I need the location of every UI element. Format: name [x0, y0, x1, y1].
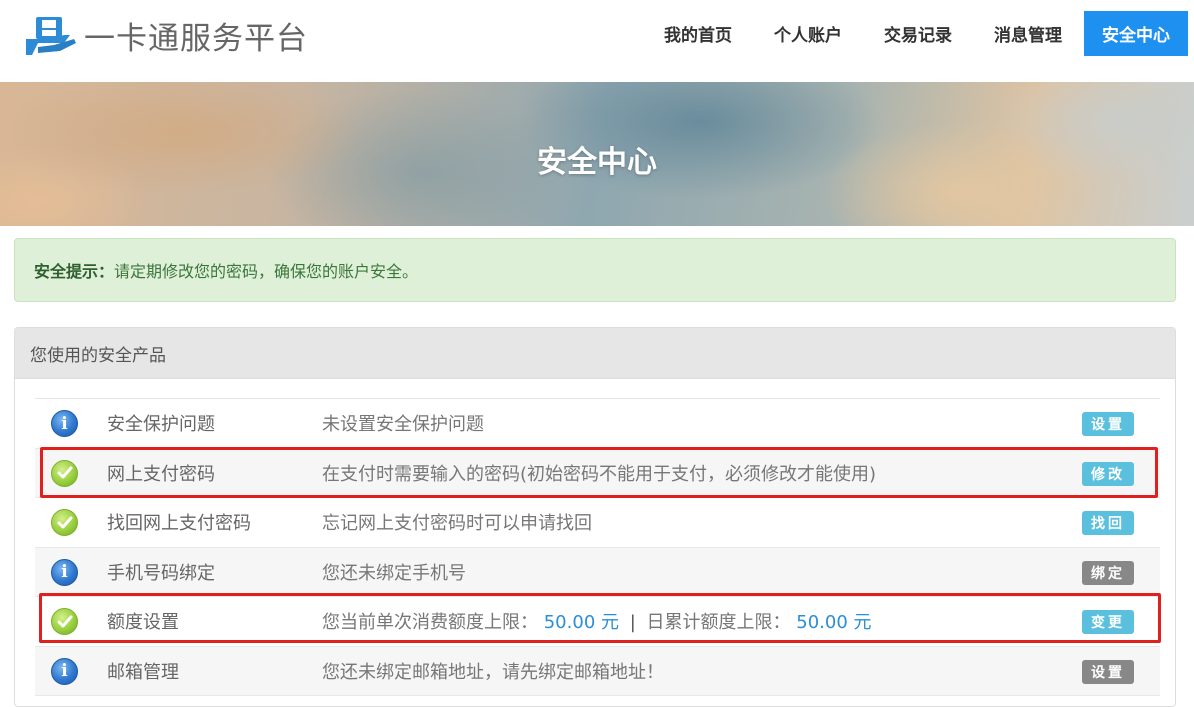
- item-name: 额度设置: [107, 612, 179, 634]
- item-name: 邮箱管理: [107, 661, 179, 683]
- info-circle-icon: i: [51, 558, 78, 586]
- item-name: 安全保护问题: [107, 414, 215, 436]
- list-item-email-management: i 邮箱管理 您还未绑定邮箱地址，请先绑定邮箱地址！ 设置: [35, 646, 1160, 696]
- nav-messages[interactable]: 消息管理: [973, 10, 1083, 56]
- banner: 安全中心: [0, 82, 1194, 226]
- item-description: 您还未绑定手机号: [322, 562, 466, 584]
- single-limit-value: 50.00 元: [543, 612, 619, 634]
- info-circle-icon: i: [51, 657, 78, 685]
- item-name: 网上支付密码: [107, 463, 215, 485]
- nav-security-center[interactable]: 安全中心: [1084, 10, 1188, 56]
- top-navigation-bar: 一卡通服务平台 我的首页 个人账户 交易记录 消息管理 安全中心: [0, 0, 1194, 82]
- platform-name: 一卡通服务平台: [84, 21, 308, 57]
- list-item-phone-binding: i 手机号码绑定 您还未绑定手机号 绑定: [35, 547, 1160, 597]
- recover-payment-password-button[interactable]: 找回: [1082, 511, 1134, 535]
- alert-text: 请定期修改您的密码，确保您的账户安全。: [114, 262, 419, 281]
- banner-title: 安全中心: [537, 145, 657, 180]
- info-circle-icon: i: [51, 410, 78, 437]
- panel-heading: 您使用的安全产品: [15, 328, 1175, 379]
- item-description: 忘记网上支付密码时可以申请找回: [322, 513, 592, 535]
- security-product-list: i 安全保护问题 未设置安全保护问题 设置 网上支付密码 在支付时需要输入的密码…: [35, 398, 1160, 696]
- item-description: 在支付时需要输入的密码(初始密码不能用于支付，必须修改才能使用): [322, 463, 877, 485]
- modify-payment-password-button[interactable]: 修改: [1082, 461, 1134, 486]
- alert-label: 安全提示：: [34, 262, 115, 281]
- logo[interactable]: 一卡通服务平台: [24, 13, 308, 58]
- security-tip-alert: 安全提示： 请定期修改您的密码，确保您的账户安全。: [14, 238, 1176, 302]
- card-platform-logo-icon: [24, 15, 78, 57]
- item-name: 手机号码绑定: [107, 562, 215, 584]
- security-products-panel: 您使用的安全产品 i 安全保护问题 未设置安全保护问题 设置 网上支付密码 在支…: [14, 327, 1176, 707]
- item-description: 您还未绑定邮箱地址，请先绑定邮箱地址！: [322, 661, 664, 683]
- list-item-limit-settings: 额度设置 您当前单次消费额度上限： 50.00 元 | 日累计额度上限： 50.…: [35, 597, 1160, 647]
- main-nav: 我的首页 个人账户 交易记录 消息管理 安全中心: [643, 10, 1188, 56]
- list-item-payment-password: 网上支付密码 在支付时需要输入的密码(初始密码不能用于支付，必须修改才能使用) …: [35, 448, 1160, 498]
- single-limit-label: 您当前单次消费额度上限：: [322, 612, 538, 634]
- list-item-security-question: i 安全保护问题 未设置安全保护问题 设置: [35, 399, 1160, 449]
- daily-limit-label: 日累计额度上限：: [646, 612, 791, 634]
- check-circle-icon: [51, 608, 78, 635]
- nav-transactions[interactable]: 交易记录: [863, 10, 973, 56]
- nav-home[interactable]: 我的首页: [643, 10, 753, 56]
- check-circle-icon: [51, 509, 78, 536]
- set-security-question-button[interactable]: 设置: [1082, 412, 1134, 436]
- bind-phone-button[interactable]: 绑定: [1082, 560, 1134, 585]
- set-email-button[interactable]: 设置: [1082, 659, 1134, 684]
- limit-separator: |: [629, 612, 636, 634]
- check-circle-icon: [51, 459, 78, 487]
- daily-limit-value: 50.00 元: [796, 612, 872, 634]
- item-description: 未设置安全保护问题: [322, 414, 484, 436]
- item-description: 您当前单次消费额度上限： 50.00 元 | 日累计额度上限： 50.00 元: [322, 608, 872, 634]
- list-item-recover-payment-password: 找回网上支付密码 忘记网上支付密码时可以申请找回 找回: [35, 498, 1160, 548]
- item-name: 找回网上支付密码: [107, 513, 251, 535]
- change-limit-button[interactable]: 变更: [1082, 610, 1134, 634]
- nav-personal-account[interactable]: 个人账户: [753, 10, 863, 56]
